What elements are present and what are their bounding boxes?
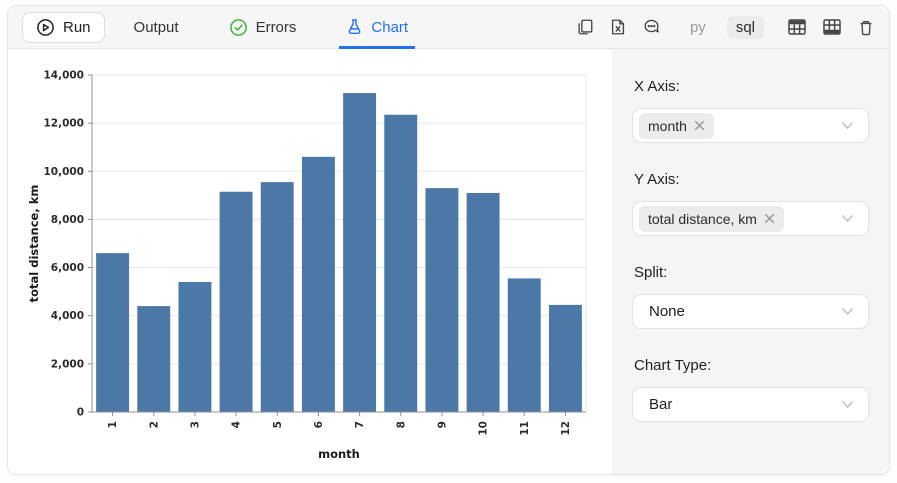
y-tick-label: 8,000 — [51, 214, 84, 226]
x-tick-label: 6 — [313, 421, 325, 428]
cell-toolbar: Run Output Errors — [8, 6, 889, 49]
x-axis-tag: month — [639, 113, 714, 139]
x-tick-label: 12 — [560, 421, 572, 436]
x-tick-label: 4 — [231, 421, 243, 428]
tab-errors[interactable]: Errors — [226, 6, 300, 49]
y-tick-label: 4,000 — [51, 310, 84, 322]
x-axis-tag-value: month — [648, 118, 687, 134]
tab-bar: Output Errors Chart — [131, 6, 456, 49]
tab-output[interactable]: Output — [131, 6, 182, 49]
x-tick-label: 7 — [354, 421, 366, 428]
lang-toggle-py[interactable]: py — [684, 16, 712, 39]
bar — [220, 192, 253, 412]
tab-label: Errors — [256, 19, 297, 36]
y-tick-label: 6,000 — [51, 262, 84, 274]
table-header-icon[interactable] — [787, 18, 807, 36]
cell-output-area: 0 2,000 4,000 6,000 8,000 10,000 12,000 14,000 1… — [8, 49, 889, 475]
split-select[interactable]: None — [632, 294, 869, 329]
tab-chart[interactable]: Chart — [343, 6, 411, 49]
y-tick-label: 14,000 — [43, 70, 84, 82]
y-axis-tag-value: total distance, km — [648, 211, 757, 227]
bar — [137, 306, 170, 412]
bar — [549, 305, 582, 412]
bar — [178, 282, 211, 412]
split-value: None — [639, 303, 685, 320]
y-tick-label: 12,000 — [43, 118, 84, 130]
run-button[interactable]: Run — [22, 12, 105, 43]
y-tick-label: 10,000 — [43, 166, 84, 178]
x-tick-label: 9 — [436, 421, 448, 428]
notebook-cell: Run Output Errors — [7, 5, 890, 475]
table-footer-icon[interactable] — [822, 18, 842, 36]
check-circle-icon — [229, 18, 248, 37]
chevron-down-icon — [841, 400, 854, 409]
bar — [425, 188, 458, 412]
y-tick-label: 2,000 — [51, 358, 84, 370]
bar — [343, 93, 376, 412]
x-tick-label: 8 — [395, 421, 407, 428]
split-label: Split: — [634, 264, 869, 281]
run-label: Run — [63, 19, 91, 36]
chart-container: 0 2,000 4,000 6,000 8,000 10,000 12,000 14,000 1… — [8, 49, 612, 475]
trash-icon[interactable] — [857, 18, 875, 37]
bar — [384, 115, 417, 412]
x-tick-label: 2 — [148, 421, 160, 428]
bar — [302, 157, 335, 412]
play-circle-icon — [36, 18, 55, 37]
chevron-down-icon — [841, 214, 854, 223]
bar-chart: 0 2,000 4,000 6,000 8,000 10,000 12,000 14,000 1… — [8, 49, 610, 469]
x-tick-label: 3 — [189, 421, 201, 428]
x-axis-select[interactable]: month — [632, 108, 869, 143]
bar — [508, 278, 541, 412]
tab-label: Chart — [371, 19, 408, 36]
remove-tag-icon[interactable] — [694, 120, 705, 131]
chart-type-select[interactable]: Bar — [632, 387, 869, 422]
x-axis-label: X Axis: — [634, 78, 869, 95]
x-tick-label: 1 — [107, 421, 119, 428]
export-file-icon[interactable] — [609, 18, 627, 36]
y-axis-tag: total distance, km — [639, 206, 784, 232]
y-axis-title: total distance, km — [27, 185, 41, 303]
lang-toggle-sql[interactable]: sql — [727, 16, 764, 39]
bar — [261, 182, 294, 412]
flask-icon — [346, 18, 363, 36]
tab-label: Output — [134, 19, 179, 36]
comment-icon[interactable] — [642, 18, 661, 36]
chart-type-label: Chart Type: — [634, 357, 869, 374]
x-tick-label: 11 — [519, 421, 531, 436]
y-tick-label: 0 — [77, 407, 84, 419]
remove-tag-icon[interactable] — [764, 213, 775, 224]
bar — [96, 253, 129, 412]
chevron-down-icon — [841, 307, 854, 316]
x-tick-label: 10 — [478, 421, 490, 436]
chevron-down-icon — [841, 121, 854, 130]
x-axis-title: month — [318, 447, 360, 461]
x-tick-label: 5 — [272, 421, 284, 428]
y-axis-label: Y Axis: — [634, 171, 869, 188]
copy-icon[interactable] — [576, 18, 594, 36]
bar — [467, 193, 500, 412]
chart-type-value: Bar — [639, 396, 672, 413]
y-axis-select[interactable]: total distance, km — [632, 201, 869, 236]
chart-settings-panel: X Axis: month Y Axis: — [612, 49, 889, 475]
toolbar-actions: py sql — [576, 16, 875, 39]
